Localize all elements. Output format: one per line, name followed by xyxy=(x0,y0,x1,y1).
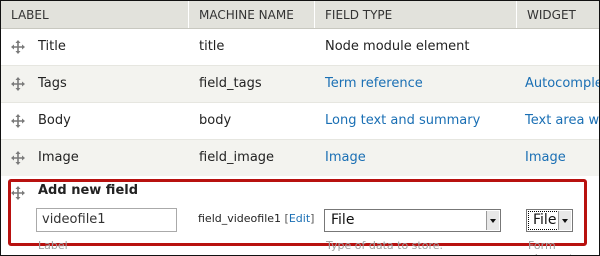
field-machine-name: field_tags xyxy=(199,76,262,91)
field-machine-name: body xyxy=(199,113,232,128)
label-hint: Label xyxy=(38,239,68,252)
field-label: Tags xyxy=(38,76,67,91)
field-type-hint: Type of data to store. xyxy=(326,239,443,252)
field-widget-link[interactable]: Autocomplete xyxy=(525,66,599,102)
field-type-link[interactable]: Image xyxy=(325,140,366,176)
drag-handle-icon[interactable] xyxy=(11,151,25,165)
field-machine-name: title xyxy=(199,39,225,54)
column-header-field-type[interactable]: FIELD TYPE xyxy=(315,1,517,28)
column-header-widget[interactable]: WIDGET xyxy=(517,1,599,28)
manage-fields-table: LABEL MACHINE NAME FIELD TYPE WIDGET Tit… xyxy=(0,0,600,256)
widget-hint: Form element xyxy=(528,239,573,255)
highlight-box xyxy=(8,179,587,246)
table-row: Title title Node module element xyxy=(1,29,599,66)
field-label: Title xyxy=(38,39,66,54)
field-type-text: Node module element xyxy=(325,39,470,54)
column-header-label[interactable]: LABEL xyxy=(1,1,189,28)
column-header-machine-name[interactable]: MACHINE NAME xyxy=(189,1,315,28)
field-widget-link[interactable]: Image xyxy=(525,140,566,176)
table-header: LABEL MACHINE NAME FIELD TYPE WIDGET xyxy=(1,1,599,29)
table-row: Body body Long text and summary Text are… xyxy=(1,103,599,140)
field-label: Image xyxy=(38,150,79,165)
drag-handle-icon[interactable] xyxy=(11,77,25,91)
drag-handle-icon[interactable] xyxy=(11,40,25,54)
table-row: Tags field_tags Term reference Autocompl… xyxy=(1,66,599,103)
field-label: Body xyxy=(38,113,71,128)
field-widget-link[interactable]: Text area with xyxy=(525,103,599,139)
field-machine-name: field_image xyxy=(199,150,275,165)
field-type-link[interactable]: Term reference xyxy=(325,66,423,102)
field-type-link[interactable]: Long text and summary xyxy=(325,103,480,139)
drag-handle-icon[interactable] xyxy=(11,114,25,128)
table-row: Image field_image Image Image xyxy=(1,140,599,177)
